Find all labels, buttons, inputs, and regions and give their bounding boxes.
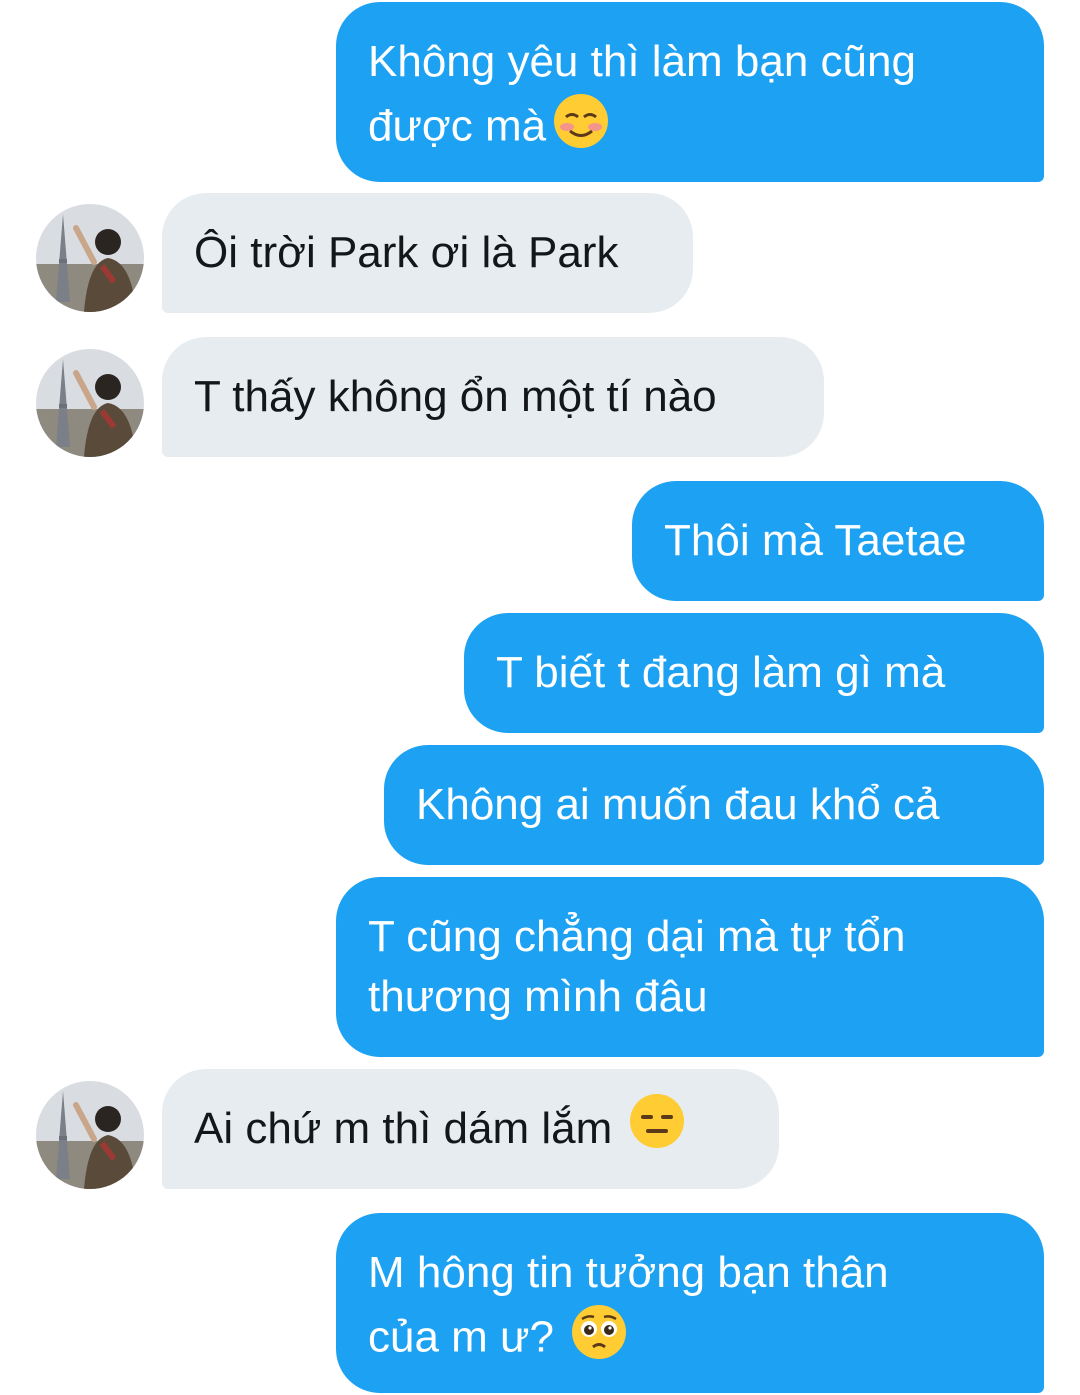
message-text-line: thương mình đâu: [368, 972, 708, 1021]
message-text-line: Không yêu thì làm bạn cũng: [368, 37, 916, 86]
message-text: T thấy không ổn một tí nào: [194, 372, 717, 421]
avatar[interactable]: [36, 1081, 144, 1189]
outgoing-message[interactable]: Thôi mà Taetae: [632, 481, 1044, 601]
outgoing-message[interactable]: T biết t đang làm gì mà: [464, 613, 1044, 733]
incoming-message[interactable]: T thấy không ổn một tí nào: [162, 337, 824, 457]
expressionless-face-emoji-icon: [628, 1092, 686, 1166]
smiling-blushing-emoji-icon: [552, 92, 610, 166]
message-text: Ôi trời Park ơi là Park: [194, 228, 619, 277]
message-text-line: của m ư?: [368, 1303, 1012, 1377]
message-text: Thôi mà Taetae: [664, 516, 967, 565]
outgoing-message[interactable]: Không ai muốn đau khổ cả: [384, 745, 1044, 865]
incoming-message[interactable]: Ai chứ m thì dám lắm: [162, 1069, 779, 1189]
message-text-line: được mà: [368, 92, 1012, 166]
message-text: Không ai muốn đau khổ cả: [416, 780, 940, 829]
message-text: T biết t đang làm gì mà: [496, 648, 946, 697]
pleading-face-emoji-icon: [570, 1303, 628, 1377]
avatar[interactable]: [36, 204, 144, 312]
outgoing-message[interactable]: M hông tin tưởng bạn thân của m ư?: [336, 1213, 1044, 1393]
outgoing-message[interactable]: Không yêu thì làm bạn cũng được mà: [336, 2, 1044, 182]
incoming-message[interactable]: Ôi trời Park ơi là Park: [162, 193, 693, 313]
message-text-line: T cũng chẳng dại mà tự tổn: [368, 912, 906, 961]
avatar[interactable]: [36, 349, 144, 457]
message-text-line: M hông tin tưởng bạn thân: [368, 1248, 889, 1297]
message-text: Ai chứ m thì dám lắm: [194, 1104, 613, 1153]
outgoing-message[interactable]: T cũng chẳng dại mà tự tổn thương mình đ…: [336, 877, 1044, 1057]
